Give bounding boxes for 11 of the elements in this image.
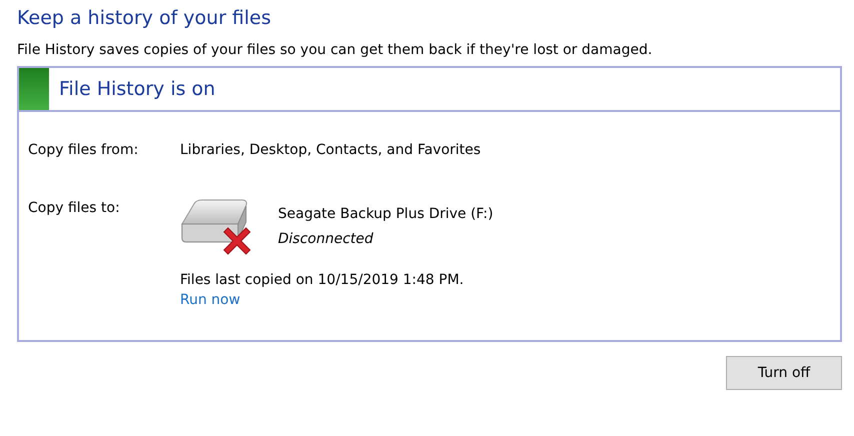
last-copied-text: Files last copied on 10/15/2019 1:48 PM.	[180, 272, 465, 288]
turn-off-button[interactable]: Turn off	[726, 356, 842, 390]
field-label: Copy files to:	[28, 200, 121, 218]
status-heading: File History is on	[59, 78, 216, 100]
drive-name: Seagate Backup Plus Drive (F:)	[278, 205, 494, 224]
description-text: File History saves copies of your files so you can get them back if they're lost or damaged.	[17, 41, 654, 60]
page-title: Keep a history of your files	[17, 6, 272, 31]
run-now-link[interactable]: Run now	[180, 292, 494, 308]
drive-status: Disconnected	[278, 230, 374, 249]
field-value: Libraries, Desktop, Contacts, and Favorites	[180, 142, 481, 158]
field-label: Copy files from:	[28, 142, 140, 158]
